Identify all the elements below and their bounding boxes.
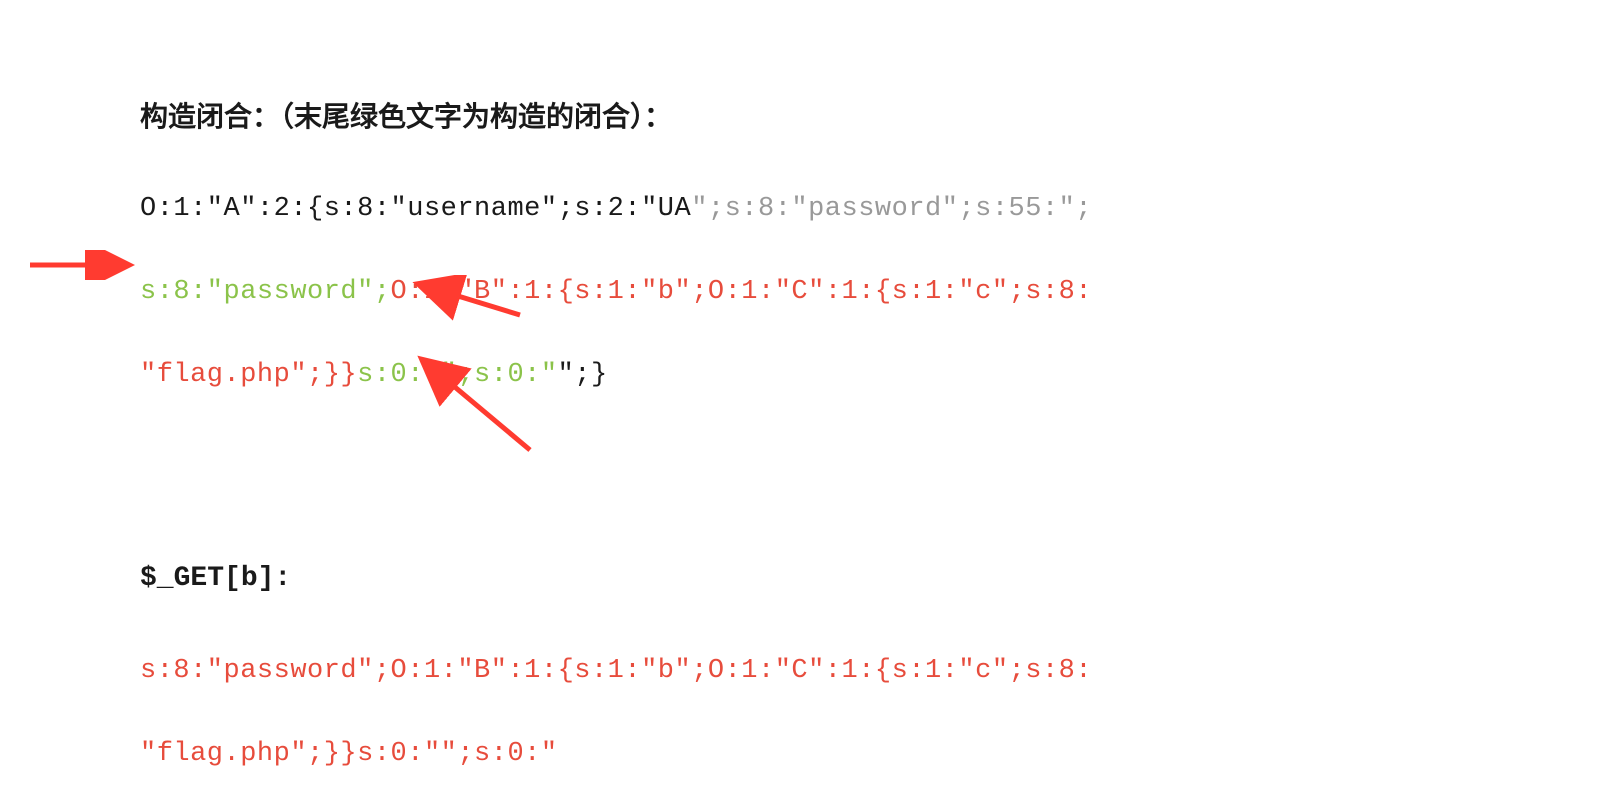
heading-construct-closure: 构造闭合：（末尾绿色文字为构造的闭合）： (140, 95, 1564, 140)
code-block-2: s:8:"password";O:1:"B":1:{s:1:"b";O:1:"C… (140, 650, 1564, 776)
heading-get-b: $_GET[b]: (140, 557, 1564, 602)
code-line-1: O:1:"A":2:{s:8:"username";s:2:"UA";s:8:"… (140, 188, 1564, 231)
code-seg-green-1: s:8:"password"; (140, 277, 391, 307)
code-block-1: O:1:"A":2:{s:8:"username";s:2:"UA";s:8:"… (140, 188, 1564, 398)
code-seg-black-2: ";} (558, 360, 608, 390)
code-seg-red-2: "flag.php";}} (140, 360, 357, 390)
section-get-b: $_GET[b]: s:8:"password";O:1:"B":1:{s:1:… (140, 557, 1564, 776)
code-seg-black-1: O:1:"A":2:{s:8:"username";s:2:"UA (140, 194, 691, 224)
code-seg-red-1: O:1:"B":1:{s:1:"b";O:1:"C":1:{s:1:"c";s:… (391, 277, 1093, 307)
code-seg-green-2: s:0:"";s:0:" (357, 360, 557, 390)
code-seg-gray-1: ";s:8:"password";s:55:"; (691, 194, 1092, 224)
code2-line-2: "flag.php";}}s:0:"";s:0:" (140, 733, 1564, 776)
code-line-3: "flag.php";}}s:0:"";s:0:"";} (140, 354, 1564, 397)
arrow-icon (30, 250, 140, 280)
code2-line-1: s:8:"password";O:1:"B":1:{s:1:"b";O:1:"C… (140, 650, 1564, 693)
code-line-2: s:8:"password";O:1:"B":1:{s:1:"b";O:1:"C… (140, 271, 1564, 314)
